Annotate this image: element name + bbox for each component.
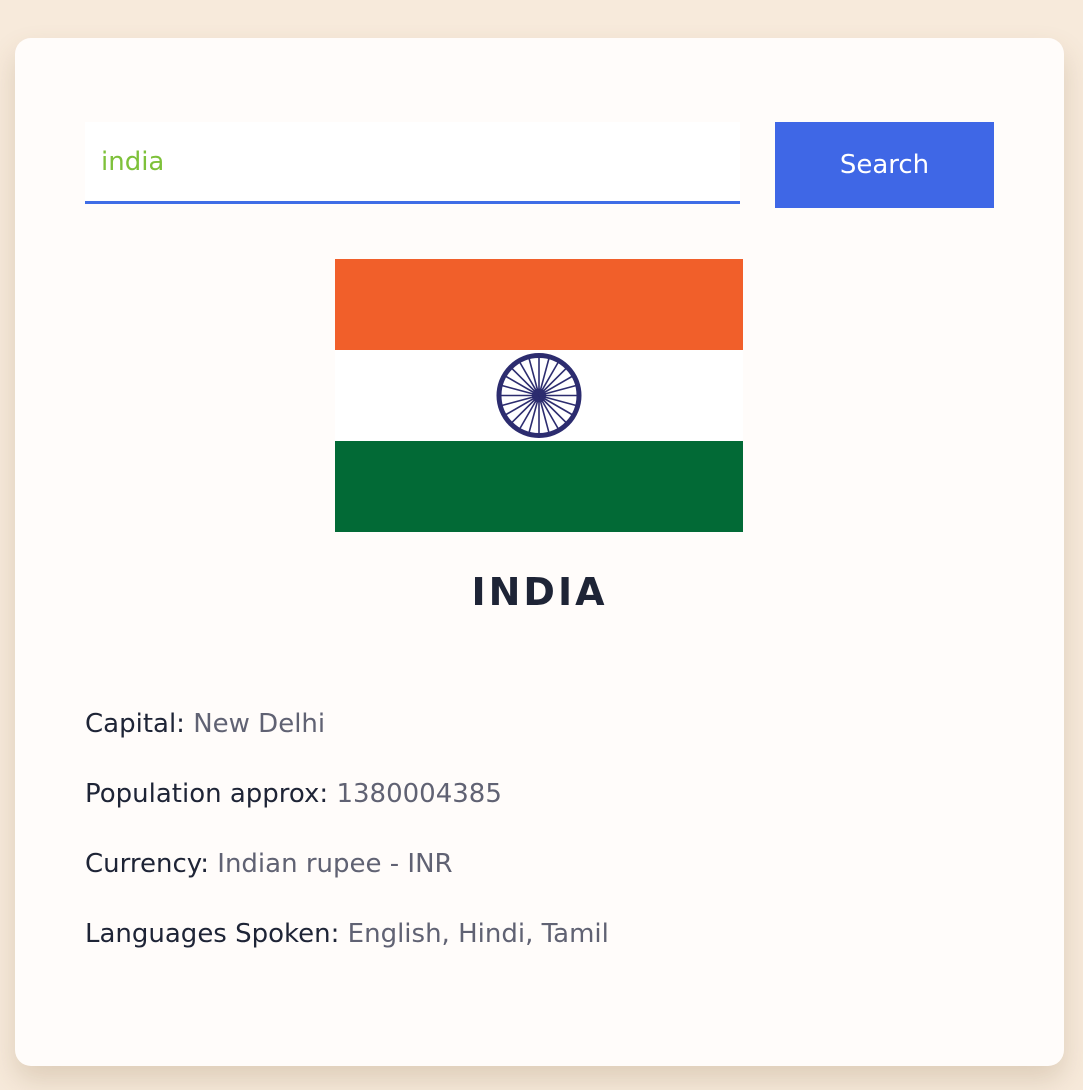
country-name-heading: INDIA	[471, 570, 608, 614]
languages-value: English, Hindi, Tamil	[347, 919, 609, 949]
currency-label: Currency:	[85, 849, 210, 879]
currency-row: Currency: Indian rupee - INR	[85, 845, 609, 915]
country-card: Search INDIA Capital: New Delhi Populati…	[15, 38, 1064, 1066]
population-label: Population approx:	[85, 779, 329, 809]
country-info-list: Capital: New Delhi Population approx: 13…	[85, 705, 609, 985]
languages-row: Languages Spoken: English, Hindi, Tamil	[85, 915, 609, 985]
currency-value: Indian rupee - INR	[217, 849, 453, 879]
ashoka-chakra-icon	[496, 353, 582, 438]
population-row: Population approx: 1380004385	[85, 775, 609, 845]
capital-label: Capital:	[85, 709, 185, 739]
population-value: 1380004385	[336, 779, 502, 809]
capital-value: New Delhi	[193, 709, 326, 739]
flag-green-stripe	[335, 441, 743, 532]
capital-row: Capital: New Delhi	[85, 705, 609, 775]
india-flag-icon	[335, 259, 743, 532]
country-search-input[interactable]	[85, 122, 740, 204]
languages-label: Languages Spoken:	[85, 919, 340, 949]
search-button[interactable]: Search	[775, 122, 994, 208]
flag-saffron-stripe	[335, 259, 743, 350]
